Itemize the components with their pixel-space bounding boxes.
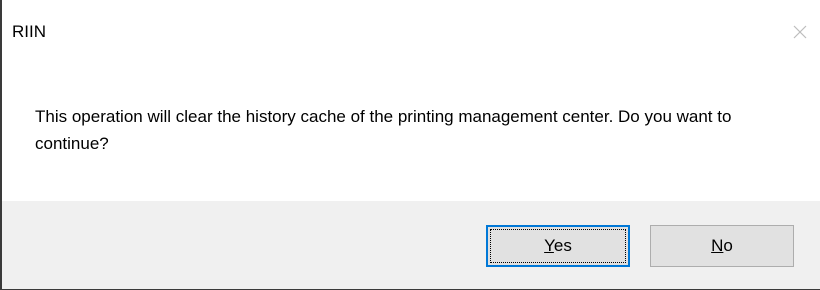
- no-button[interactable]: No: [650, 225, 794, 267]
- dialog-content: This operation will clear the history ca…: [2, 58, 820, 201]
- message-dialog: RIIN This operation will clear the histo…: [0, 0, 820, 290]
- button-bar: Yes No: [2, 201, 820, 289]
- yes-button-label: Yes: [544, 236, 572, 255]
- no-button-label: No: [711, 236, 733, 255]
- close-icon: [793, 25, 807, 39]
- close-button[interactable]: [786, 18, 814, 46]
- yes-button[interactable]: Yes: [486, 225, 630, 267]
- title-bar: RIIN: [2, 0, 820, 58]
- dialog-message: This operation will clear the history ca…: [35, 107, 732, 153]
- window-title: RIIN: [12, 22, 46, 41]
